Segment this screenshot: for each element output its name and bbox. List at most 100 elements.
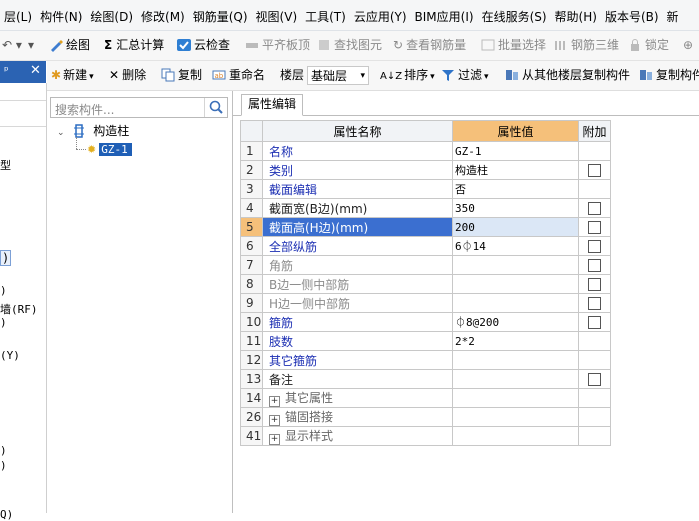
property-value[interactable] bbox=[452, 293, 579, 313]
attach-checkbox[interactable] bbox=[588, 202, 601, 215]
undo-dropdown-icon[interactable]: ↶ ▾ bbox=[2, 31, 22, 60]
attach-checkbox[interactable] bbox=[588, 373, 601, 386]
rebar-3d-button[interactable]: 钢筋三维 bbox=[554, 31, 619, 60]
table-row[interactable]: 12 其它箍筋 bbox=[240, 350, 611, 370]
copy-label: 复制 bbox=[178, 68, 203, 82]
find-element-button[interactable]: 查找图元 bbox=[317, 31, 382, 60]
floor-select[interactable]: 基础层 ▾ bbox=[307, 66, 369, 85]
pin-icon[interactable]: ᵖ bbox=[4, 64, 9, 77]
table-row[interactable]: 14 + 其它属性 bbox=[240, 388, 611, 408]
property-value[interactable]: GZ-1 bbox=[452, 141, 579, 161]
menu-item[interactable]: 构件(N) bbox=[36, 0, 86, 30]
delete-button[interactable]: ✕ 删除 bbox=[109, 61, 146, 90]
lock-button[interactable]: 锁定 bbox=[628, 31, 669, 60]
sort-button[interactable]: A↓Z 排序 ▾ bbox=[380, 61, 435, 90]
table-row[interactable]: 9 H边一侧中部筋 bbox=[240, 293, 611, 313]
left-panel-item[interactable]: Q) bbox=[0, 508, 13, 521]
tree-node-gz1[interactable]: ✹ GZ-1 bbox=[87, 141, 132, 158]
menu-item[interactable]: 钢筋量(Q) bbox=[189, 0, 252, 30]
table-row[interactable]: 10 箍筋 ⏀8@200 bbox=[240, 312, 611, 332]
attach-checkbox[interactable] bbox=[588, 164, 601, 177]
batch-select-button[interactable]: 批量选择 bbox=[481, 31, 546, 60]
table-row[interactable]: 5 截面高(H边)(mm) 200 bbox=[240, 217, 611, 237]
property-value[interactable] bbox=[452, 255, 579, 275]
cloud-check-button[interactable]: 云检查 bbox=[177, 31, 230, 60]
search-button[interactable] bbox=[204, 98, 227, 117]
draw-button[interactable]: 绘图 bbox=[49, 31, 90, 60]
menu-item[interactable]: 帮助(H) bbox=[551, 0, 601, 30]
left-panel-item[interactable]: ) bbox=[0, 284, 7, 297]
table-row[interactable]: 8 B边一侧中部筋 bbox=[240, 274, 611, 294]
left-panel-item[interactable]: (Y) bbox=[0, 349, 20, 362]
view-rebar-button[interactable]: ↻ 查看钢筋量 bbox=[393, 31, 466, 60]
menu-item[interactable]: 层(L) bbox=[0, 0, 36, 30]
left-panel-item-selected[interactable]: ) bbox=[0, 250, 12, 266]
level-slab-button[interactable]: 平齐板顶 bbox=[245, 31, 310, 60]
new-button[interactable]: ✱ 新建 ▾ bbox=[51, 61, 94, 90]
search-input[interactable]: 搜索构件... bbox=[50, 97, 228, 118]
menu-item[interactable]: 版本号(B) bbox=[601, 0, 663, 30]
property-value[interactable]: 200 bbox=[452, 217, 579, 237]
overflow-icon[interactable]: ⊕ bbox=[683, 31, 693, 60]
table-row[interactable]: 4 截面宽(B边)(mm) 350 bbox=[240, 198, 611, 218]
menu-item[interactable]: 云应用(Y) bbox=[350, 0, 411, 30]
property-value[interactable]: 构造柱 bbox=[452, 160, 579, 180]
collapse-chevron-icon[interactable]: ⌄ bbox=[57, 128, 65, 138]
tab-property-edit[interactable]: 属性编辑 bbox=[241, 94, 304, 116]
expand-plus-icon[interactable]: + bbox=[269, 396, 280, 407]
property-name: 截面高(H边)(mm) bbox=[262, 217, 453, 237]
filter-button[interactable]: 过滤 ▾ bbox=[441, 61, 489, 90]
property-value[interactable]: 6⏀14 bbox=[452, 236, 579, 256]
extra-cell bbox=[578, 350, 611, 370]
property-value[interactable]: ⏀8@200 bbox=[452, 312, 579, 332]
attach-checkbox[interactable] bbox=[588, 240, 601, 253]
table-row[interactable]: 26 + 锚固搭接 bbox=[240, 407, 611, 427]
expand-plus-icon[interactable]: + bbox=[269, 434, 280, 445]
attach-checkbox[interactable] bbox=[588, 259, 601, 272]
table-row[interactable]: 2 类别 构造柱 bbox=[240, 160, 611, 180]
menu-item[interactable]: 绘图(D) bbox=[86, 0, 137, 30]
property-value[interactable] bbox=[452, 369, 579, 389]
property-value[interactable]: 否 bbox=[452, 179, 579, 199]
tree-node-root[interactable]: ⌄ 构造柱 bbox=[57, 123, 129, 140]
left-panel-item[interactable]: ) bbox=[0, 459, 7, 472]
copy-from-other-floor-button[interactable]: 从其他楼层复制构件 bbox=[505, 61, 630, 90]
expand-plus-icon[interactable]: + bbox=[269, 415, 280, 426]
table-row[interactable]: 11 肢数 2*2 bbox=[240, 331, 611, 351]
table-row[interactable]: 1 名称 GZ-1 bbox=[240, 141, 611, 161]
table-row[interactable]: 13 备注 bbox=[240, 369, 611, 389]
attach-checkbox[interactable] bbox=[588, 221, 601, 234]
table-row[interactable]: 3 截面编辑 否 bbox=[240, 179, 611, 199]
attach-checkbox[interactable] bbox=[588, 278, 601, 291]
property-name: 截面编辑 bbox=[262, 179, 453, 199]
left-panel-item[interactable]: 型 bbox=[0, 157, 11, 173]
copy-button[interactable]: 复制 bbox=[161, 61, 202, 90]
left-panel-item[interactable]: 墙(RF) bbox=[0, 301, 38, 317]
batch-select-icon bbox=[481, 34, 495, 51]
property-value[interactable] bbox=[452, 274, 579, 294]
copy-component-button[interactable]: 复制构件 bbox=[639, 61, 699, 90]
menu-item[interactable]: 工具(T) bbox=[301, 0, 350, 30]
menu-item[interactable]: 视图(V) bbox=[252, 0, 302, 30]
rename-button[interactable]: ab 重命名 bbox=[212, 61, 265, 90]
close-icon[interactable]: ✕ bbox=[30, 63, 41, 78]
left-panel-item[interactable]: ) bbox=[0, 444, 7, 457]
table-row[interactable]: 41 + 显示样式 bbox=[240, 426, 611, 446]
table-row[interactable]: 6 全部纵筋 6⏀14 bbox=[240, 236, 611, 256]
menu-item[interactable]: 在线服务(S) bbox=[478, 0, 551, 30]
property-value[interactable]: 350 bbox=[452, 198, 579, 218]
level-slab-label: 平齐板顶 bbox=[262, 38, 311, 52]
sum-calc-label: 汇总计算 bbox=[116, 38, 165, 52]
attach-checkbox[interactable] bbox=[588, 297, 601, 310]
sum-calc-button[interactable]: Σ 汇总计算 bbox=[104, 31, 164, 60]
menu-item[interactable]: 修改(M) bbox=[137, 0, 189, 30]
table-row[interactable]: 7 角筋 bbox=[240, 255, 611, 275]
property-value[interactable] bbox=[452, 350, 579, 370]
property-value[interactable]: 2*2 bbox=[452, 331, 579, 351]
attach-checkbox[interactable] bbox=[588, 316, 601, 329]
redo-dropdown-icon[interactable]: ▾ bbox=[28, 31, 34, 60]
left-panel-item[interactable]: ) bbox=[0, 316, 7, 329]
property-name-text: 其它属性 bbox=[285, 391, 334, 405]
menu-item[interactable]: BIM应用(I) bbox=[411, 0, 478, 30]
menu-item[interactable]: 新 bbox=[663, 0, 683, 30]
